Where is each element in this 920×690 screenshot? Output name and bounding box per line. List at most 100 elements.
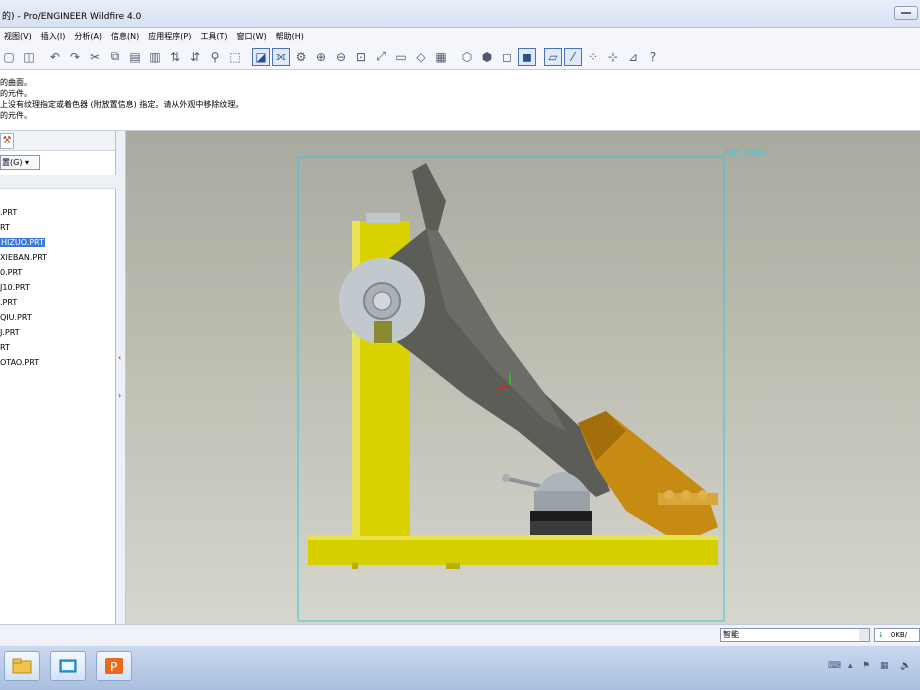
saved-views-icon[interactable]: ▭ xyxy=(392,48,410,66)
menu-insert[interactable]: 插入(I) xyxy=(41,31,66,42)
redo-icon[interactable]: ↷ xyxy=(66,48,84,66)
hex-nut xyxy=(698,490,708,500)
clamp-base-ring xyxy=(530,511,592,521)
datum-axes-icon[interactable]: ⁄ xyxy=(564,47,582,66)
regenerate-manager-icon[interactable]: ⇵ xyxy=(186,48,204,66)
base-foot xyxy=(446,563,460,569)
tree-item[interactable]: .PRT xyxy=(0,205,116,220)
message-line: 的元件。 xyxy=(0,111,32,120)
repaint-icon[interactable]: ◪ xyxy=(252,47,270,66)
message-line: 上没有纹理指定或着色器 (附放置信息) 指定。请从外观中移除纹理。 xyxy=(0,100,244,109)
view-manager-icon[interactable]: ▦ xyxy=(432,48,450,66)
zoom-out-icon[interactable]: ⊖ xyxy=(332,48,350,66)
paste-icon[interactable]: ▤ xyxy=(126,48,144,66)
reorient-icon[interactable]: ⤢ xyxy=(372,48,390,66)
download-arrow-icon: ↓ xyxy=(878,631,884,639)
clamp-handle xyxy=(507,477,545,489)
panel-splitter[interactable]: ‹ › xyxy=(116,131,126,624)
graphics-window[interactable]: ASM_FRONT xyxy=(126,131,920,624)
minimize-button[interactable] xyxy=(894,6,918,20)
undo-icon[interactable]: ↶ xyxy=(46,48,64,66)
paste-special-icon[interactable]: ▥ xyxy=(146,48,164,66)
pulley-bracket xyxy=(374,321,392,343)
open-icon[interactable]: ▢ xyxy=(0,48,18,66)
expand-right-icon[interactable]: › xyxy=(118,391,121,400)
tray-arrow-icon[interactable]: ▴ xyxy=(848,661,853,671)
base-foot xyxy=(352,563,358,569)
column-cap xyxy=(366,213,400,223)
svg-text:P: P xyxy=(110,660,117,674)
clamp-body xyxy=(534,491,590,513)
model-tree-panel: ⚒ 置(G) ▾ .PRT RT HIZUO.PRT XIEBAN.PRT 0.… xyxy=(0,131,116,624)
menu-info[interactable]: 信息(N) xyxy=(111,31,139,42)
menu-bar: 视图(V) 插入(I) 分析(A) 信息(N) 应用程序(P) 工具(T) 窗口… xyxy=(0,28,920,44)
menu-view[interactable]: 视图(V) xyxy=(4,31,32,42)
menu-tools[interactable]: 工具(T) xyxy=(200,31,227,42)
powerpoint-icon[interactable]: P xyxy=(96,651,132,681)
csys-icon[interactable]: ⊹ xyxy=(604,48,622,66)
tree-column-header xyxy=(0,175,116,189)
tree-item-selected[interactable]: HIZUO.PRT xyxy=(0,235,116,250)
tree-item[interactable]: 0.PRT xyxy=(0,265,116,280)
menu-help[interactable]: 帮助(H) xyxy=(276,31,304,42)
datum-points-icon[interactable]: ⁘ xyxy=(584,48,602,66)
title-bar: 的) - Pro/ENGINEER Wildfire 4.0 xyxy=(0,0,920,28)
flag-icon[interactable]: ⚑ xyxy=(862,661,870,671)
network-icon[interactable]: ▦ xyxy=(880,661,889,671)
wireframe-icon[interactable]: ⬡ xyxy=(458,48,476,66)
tree-item[interactable]: OTAO.PRT xyxy=(0,355,116,370)
spin-center-icon[interactable]: ⟗ xyxy=(272,47,290,66)
main-toolbar: ▢ ◫ ↶ ↷ ✂ ⧉ ▤ ▥ ⇅ ⇵ ⚲ ⬚ ◪ ⟗ ⚙ ⊕ ⊖ ⊡ ⤢ ▭ … xyxy=(0,44,920,70)
navigator-tabs: ⚒ xyxy=(0,131,115,151)
tree-item[interactable]: RT xyxy=(0,220,116,235)
os-taskbar: P ⌨ ▴ ⚑ ▦ 🔈 xyxy=(0,645,920,690)
analysis-icon[interactable]: ⊿ xyxy=(624,48,642,66)
model-tree: .PRT RT HIZUO.PRT XIEBAN.PRT 0.PRT J10.P… xyxy=(0,205,116,370)
shading-icon[interactable]: ◼ xyxy=(518,47,536,66)
select-box-icon[interactable]: ⬚ xyxy=(226,48,244,66)
progress-indicator: ↓ 0KB/ xyxy=(874,628,920,642)
tree-settings-dropdown[interactable]: 置(G) ▾ xyxy=(0,155,40,170)
tree-item[interactable]: XIEBAN.PRT xyxy=(0,250,116,265)
zoom-in-icon[interactable]: ⊕ xyxy=(312,48,330,66)
tree-item[interactable]: RT xyxy=(0,340,116,355)
hidden-line-icon[interactable]: ⬢ xyxy=(478,48,496,66)
status-bar: 智能 ↓ 0KB/ xyxy=(0,624,920,645)
hex-nut xyxy=(664,490,674,500)
message-area: 的曲面。 的元件。 上没有纹理指定或着色器 (附放置信息) 指定。请从外观中移除… xyxy=(0,71,920,131)
layers-icon[interactable]: ◇ xyxy=(412,48,430,66)
hex-nut xyxy=(681,490,691,500)
keyboard-icon[interactable]: ⌨ xyxy=(828,661,841,671)
window-switcher-icon[interactable] xyxy=(50,651,86,681)
assembly-model xyxy=(297,156,725,622)
menu-analysis[interactable]: 分析(A) xyxy=(74,31,102,42)
datum-planes-icon[interactable]: ▱ xyxy=(544,47,562,66)
menu-window[interactable]: 窗口(W) xyxy=(237,31,267,42)
volume-icon[interactable]: 🔈 xyxy=(900,661,911,671)
collapse-left-icon[interactable]: ‹ xyxy=(118,353,121,362)
clamp-knob xyxy=(502,474,510,482)
no-hidden-icon[interactable]: ◻ xyxy=(498,48,516,66)
find-icon[interactable]: ⚲ xyxy=(206,48,224,66)
cut-icon[interactable]: ✂ xyxy=(86,48,104,66)
csys-label: ASM_FRONT xyxy=(724,148,768,157)
tree-item[interactable]: QIU.PRT xyxy=(0,310,116,325)
context-help-icon[interactable]: ? xyxy=(644,48,662,66)
tree-item[interactable]: J.PRT xyxy=(0,325,116,340)
refit-icon[interactable]: ⊡ xyxy=(352,48,370,66)
file-explorer-icon[interactable] xyxy=(4,651,40,681)
message-line: 的元件。 xyxy=(0,89,32,98)
menu-applications[interactable]: 应用程序(P) xyxy=(148,31,191,42)
model-tree-tab-icon[interactable]: ⚒ xyxy=(0,133,14,149)
pulley-nut xyxy=(372,291,392,311)
save-icon[interactable]: ◫ xyxy=(20,48,38,66)
selection-filter-dropdown[interactable]: 智能 xyxy=(720,628,870,642)
tree-item[interactable]: J10.PRT xyxy=(0,280,116,295)
progress-text: 0KB/ xyxy=(890,631,908,639)
tree-item[interactable]: .PRT xyxy=(0,295,116,310)
regenerate-icon[interactable]: ⇅ xyxy=(166,48,184,66)
copy-icon[interactable]: ⧉ xyxy=(106,48,124,66)
message-line: 的曲面。 xyxy=(0,78,32,87)
clamp-base xyxy=(530,521,592,535)
orient-icon[interactable]: ⚙ xyxy=(292,48,310,66)
